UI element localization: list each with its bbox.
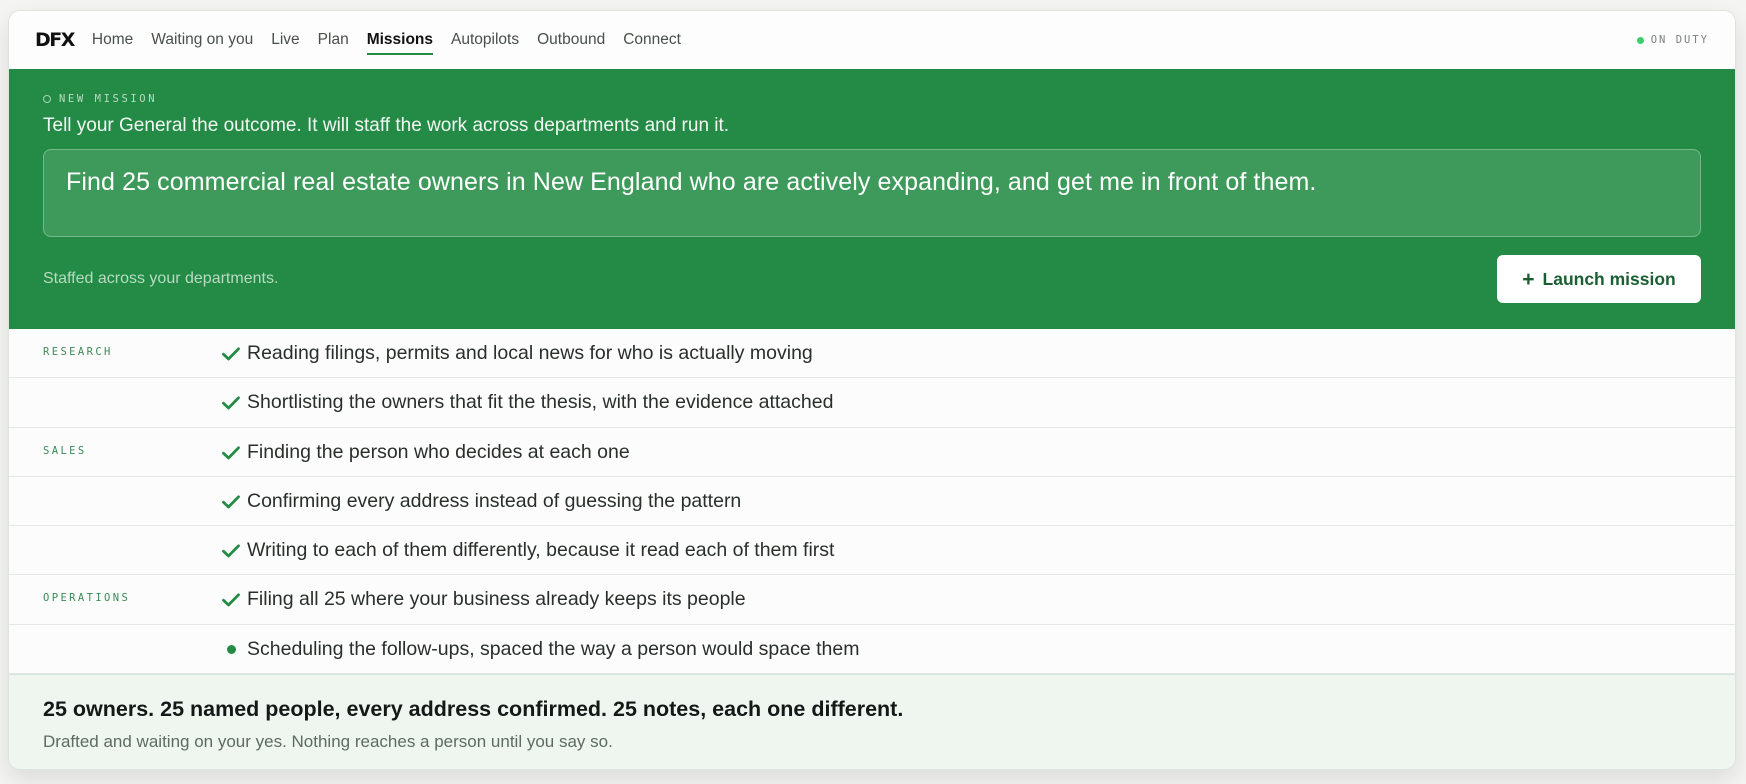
plus-icon: + bbox=[1522, 267, 1535, 291]
nav-links: Home Waiting on you Live Plan Missions A… bbox=[92, 25, 699, 55]
app-window: DFX Home Waiting on you Live Plan Missio… bbox=[8, 10, 1736, 770]
summary-subtitle: Drafted and waiting on your yes. Nothing… bbox=[43, 732, 613, 752]
target-icon bbox=[43, 95, 51, 103]
staffed-note: Staffed across your departments. bbox=[43, 270, 279, 287]
in-progress-dot-icon bbox=[221, 640, 241, 660]
task-row: Writing to each of them differently, bec… bbox=[9, 526, 1735, 576]
nav-link-autopilots[interactable]: Autopilots bbox=[451, 25, 519, 55]
nav-link-outbound[interactable]: Outbound bbox=[537, 25, 605, 55]
check-icon bbox=[221, 541, 241, 561]
task-row: Scheduling the follow-ups, spaced the wa… bbox=[9, 625, 1735, 675]
task-text: Shortlisting the owners that fit the the… bbox=[247, 391, 834, 414]
status-dot-icon bbox=[1636, 36, 1644, 44]
task-row: OPERATIONS Filing all 25 where your busin… bbox=[9, 575, 1735, 625]
logo[interactable]: DFX bbox=[35, 29, 75, 51]
nav-link-live[interactable]: Live bbox=[271, 25, 299, 55]
task-text: Writing to each of them differently, bec… bbox=[247, 539, 835, 562]
mission-input[interactable]: Find 25 commercial real estate owners in… bbox=[43, 149, 1701, 237]
new-mission-panel: NEW MISSION Tell your General the outcom… bbox=[9, 69, 1735, 329]
task-row: Shortlisting the owners that fit the the… bbox=[9, 378, 1735, 428]
mission-summary: 25 owners. 25 named people, every addres… bbox=[9, 674, 1735, 769]
task-row: RESEARCH Reading filings, permits and loc… bbox=[9, 329, 1735, 379]
check-icon bbox=[221, 590, 241, 610]
department-label: OPERATIONS bbox=[43, 592, 131, 605]
task-row: Confirming every address instead of gues… bbox=[9, 477, 1735, 527]
hero-footer: Staffed across your departments. + Launc… bbox=[43, 255, 1701, 303]
launch-mission-label: Launch mission bbox=[1542, 268, 1676, 289]
department-label: SALES bbox=[43, 444, 87, 457]
task-list: RESEARCH Reading filings, permits and loc… bbox=[9, 329, 1735, 675]
status-label: ON DUTY bbox=[1650, 34, 1709, 46]
department-label: RESEARCH bbox=[43, 346, 113, 358]
check-icon bbox=[221, 393, 241, 413]
nav-link-plan[interactable]: Plan bbox=[318, 25, 349, 55]
summary-title: 25 owners. 25 named people, every addres… bbox=[43, 697, 904, 722]
check-icon bbox=[221, 443, 241, 463]
check-icon bbox=[221, 344, 241, 364]
launch-mission-button[interactable]: + Launch mission bbox=[1497, 255, 1701, 303]
hero-subtitle: Tell your General the outcome. It will s… bbox=[43, 115, 730, 136]
check-icon bbox=[221, 492, 241, 512]
task-text: Reading filings, permits and local news … bbox=[247, 342, 813, 364]
nav-link-connect[interactable]: Connect bbox=[623, 25, 681, 55]
top-nav: DFX Home Waiting on you Live Plan Missio… bbox=[9, 11, 1735, 69]
task-text: Scheduling the follow-ups, spaced the wa… bbox=[247, 637, 860, 660]
eyebrow-label: NEW MISSION bbox=[59, 93, 158, 105]
duty-status: ON DUTY bbox=[1636, 34, 1709, 46]
nav-link-waiting-on-you[interactable]: Waiting on you bbox=[151, 25, 253, 55]
nav-link-home[interactable]: Home bbox=[92, 25, 133, 55]
new-mission-eyebrow: NEW MISSION bbox=[43, 93, 1701, 105]
nav-link-missions[interactable]: Missions bbox=[366, 25, 434, 55]
task-row: SALES Finding the person who decides at e… bbox=[9, 428, 1735, 477]
task-text: Confirming every address instead of gues… bbox=[247, 489, 742, 512]
task-text: Finding the person who decides at each o… bbox=[247, 440, 630, 463]
task-text: Filing all 25 where your business alread… bbox=[247, 588, 746, 611]
